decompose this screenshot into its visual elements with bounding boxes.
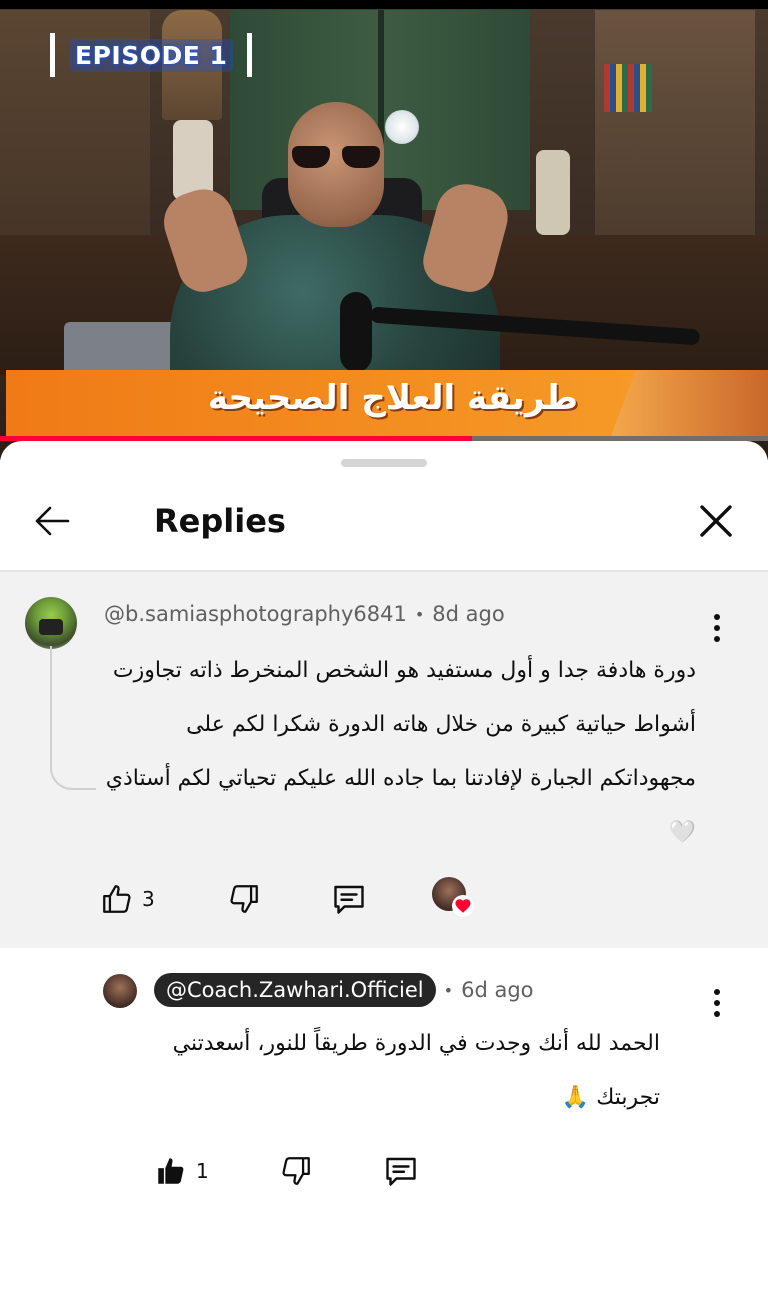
thread-connector <box>50 646 96 790</box>
more-vert-icon <box>714 614 720 620</box>
episode-label: EPISODE 1 <box>69 38 234 72</box>
thumbs-down-icon <box>282 1157 310 1185</box>
reply-time[interactable]: 6d ago <box>461 978 533 1002</box>
like-count: 1 <box>196 1159 209 1183</box>
reply-more-button[interactable] <box>702 983 732 1023</box>
avatar[interactable] <box>25 597 77 649</box>
comment-time[interactable]: 8d ago <box>432 602 504 626</box>
reply-icon <box>386 1157 416 1186</box>
avatar[interactable] <box>103 974 137 1008</box>
video-presenter-sunglasses <box>292 146 380 170</box>
creator-author-badge[interactable]: @Coach.Zawhari.Officiel <box>154 973 436 1007</box>
back-arrow-icon <box>35 506 70 536</box>
thumbs-up-icon <box>158 1158 184 1184</box>
status-bar-strip <box>0 0 768 9</box>
thumbs-down-icon <box>230 885 258 913</box>
comment-actions: 3 <box>100 877 367 921</box>
replies-header: Replies <box>0 471 768 571</box>
meta-separator: • <box>414 604 425 624</box>
episode-badge: EPISODE 1 <box>50 33 253 77</box>
video-player[interactable]: EPISODE 1 طريقة العلاج الصحيحة <box>0 0 768 460</box>
comment-more-button[interactable] <box>702 608 732 648</box>
page-title: Replies <box>154 502 286 540</box>
video-lamp <box>385 110 419 144</box>
like-button[interactable]: 1 <box>154 1154 209 1188</box>
comment-meta: @b.samiasphotography6841 • 8d ago <box>104 602 505 626</box>
more-vert-icon-dot <box>714 636 720 642</box>
meta-separator: • <box>443 980 454 1000</box>
reply-button[interactable] <box>383 1153 419 1189</box>
dislike-button[interactable] <box>227 882 261 916</box>
more-vert-icon-dot <box>714 1000 720 1006</box>
video-title-banner: طريقة العلاج الصحيحة <box>6 370 768 436</box>
comment-author[interactable]: @b.samiasphotography6841 <box>104 602 407 626</box>
reply-text: الحمد لله أنك وجدت في الدورة طريقاً للنو… <box>172 1031 660 1110</box>
creator-heart-badge[interactable] <box>432 877 474 917</box>
heart-badge <box>452 895 474 917</box>
comment-text: دورة هادفة جدا و أول مستفيد هو الشخص الم… <box>105 658 696 845</box>
video-shelf-right <box>595 10 755 260</box>
reply-icon <box>334 885 364 914</box>
video-vase-right <box>536 150 570 235</box>
parent-comment: @b.samiasphotography6841 • 8d ago دورة ه… <box>0 572 768 948</box>
creator-heart-icon <box>455 899 471 913</box>
like-count: 3 <box>142 887 155 911</box>
dislike-button[interactable] <box>279 1154 313 1188</box>
video-books <box>604 64 652 112</box>
banner-text: طريقة العلاج الصحيحة <box>207 378 578 418</box>
drag-handle[interactable] <box>341 459 427 467</box>
video-vase <box>173 120 213 200</box>
reply-button[interactable] <box>331 881 367 917</box>
thumbs-up-icon <box>103 885 131 913</box>
more-vert-icon-dot <box>714 625 720 631</box>
more-vert-icon <box>714 989 720 995</box>
like-button[interactable]: 3 <box>100 882 155 916</box>
close-icon <box>700 505 732 537</box>
replies-sheet: Replies @b.samiasphotography6841 • 8d ag… <box>0 441 768 1294</box>
back-button[interactable] <box>30 499 74 543</box>
reply-meta: @Coach.Zawhari.Officiel • 6d ago <box>154 973 534 1007</box>
reply-actions: 1 <box>154 1149 419 1193</box>
close-button[interactable] <box>694 499 738 543</box>
video-microphone <box>340 292 372 372</box>
more-vert-icon-dot <box>714 1011 720 1017</box>
